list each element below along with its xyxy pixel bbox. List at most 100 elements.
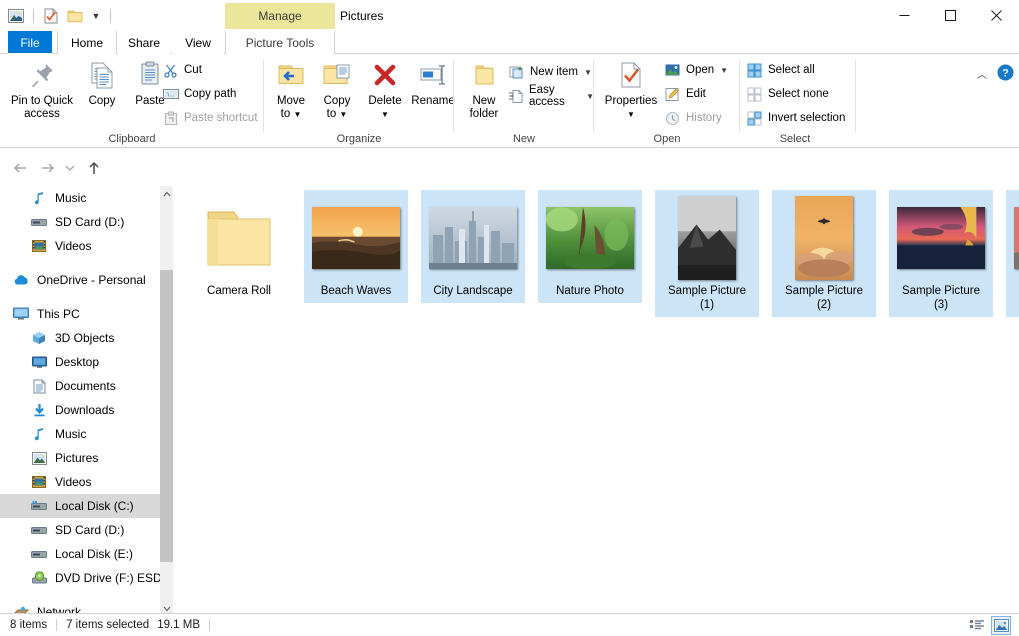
delete-icon xyxy=(370,58,400,92)
sidebar-item-videos[interactable]: Videos xyxy=(0,234,169,258)
details-view-button[interactable] xyxy=(967,616,987,635)
customize-quick-access-caret[interactable]: ▼ xyxy=(89,6,103,26)
navigation-pane[interactable]: Music SD Card (D:) Videos OneDrive - Person… xyxy=(0,186,169,617)
nav-scrollbar-thumb[interactable] xyxy=(160,270,173,562)
sidebar-item-local-disk-c[interactable]: Local Disk (C:) xyxy=(0,494,169,518)
history-button[interactable]: History xyxy=(662,108,722,128)
cut-button[interactable]: Cut xyxy=(160,60,202,80)
this-pc-icon xyxy=(12,305,30,323)
videos-icon xyxy=(30,237,48,255)
file-item[interactable]: Sample Picture (3) xyxy=(889,190,993,317)
collapse-ribbon-button[interactable]: ︿ xyxy=(973,64,991,82)
file-item-label: Sample Picture (1) xyxy=(668,285,746,311)
close-button[interactable] xyxy=(973,0,1019,30)
file-item[interactable]: Sample Picture(4) xyxy=(1006,190,1019,317)
new-item-caret[interactable]: ▼ xyxy=(584,68,592,77)
nav-scroll-up-button[interactable] xyxy=(160,186,173,202)
sidebar-item-videos[interactable]: Videos xyxy=(0,470,169,494)
status-separator-1 xyxy=(56,619,58,631)
easy-access-icon xyxy=(508,88,524,105)
edit-label: Edit xyxy=(686,88,706,100)
edit-button[interactable]: Edit xyxy=(662,84,706,104)
sidebar-item-music[interactable]: Music xyxy=(0,186,169,210)
sidebar-item-dvd-drive-f-esd-i[interactable]: DVD Drive (F:) ESD-I! xyxy=(0,566,169,590)
file-list-view[interactable]: Camera Roll Beach Waves City Landscape Natu… xyxy=(173,186,1019,617)
open-icon xyxy=(664,62,681,79)
sidebar-item-3d-objects[interactable]: 3D Objects xyxy=(0,326,169,350)
new-item-button[interactable]: New item ▼ xyxy=(506,62,592,82)
navigation-scrollbar[interactable] xyxy=(160,186,173,617)
sidebar-item-label: Desktop xyxy=(55,355,100,369)
sidebar-item-downloads[interactable]: Downloads xyxy=(0,398,169,422)
contextual-tab-header[interactable]: Manage xyxy=(225,3,335,29)
open-caret[interactable]: ▼ xyxy=(720,66,728,75)
select-all-button[interactable]: Select all xyxy=(744,60,815,80)
move-to-button[interactable]: Move to ▼ xyxy=(268,58,314,121)
sidebar-item-onedrive-personal[interactable]: OneDrive - Personal xyxy=(0,268,169,292)
invert-selection-button[interactable]: Invert selection xyxy=(744,108,845,128)
dvd-drive-icon xyxy=(30,569,48,587)
history-icon xyxy=(664,110,681,127)
properties-caret[interactable]: ▼ xyxy=(627,110,635,119)
delete-button[interactable]: Delete ▼ xyxy=(361,58,409,121)
sidebar-item-label: SD Card (D:) xyxy=(55,523,125,537)
properties-button[interactable]: Properties ▼ xyxy=(598,58,664,121)
pictures-library-icon[interactable] xyxy=(6,6,26,26)
tab-home[interactable]: Home xyxy=(58,31,116,54)
recent-locations-button[interactable] xyxy=(62,156,78,180)
file-item[interactable]: Beach Waves xyxy=(304,190,408,303)
status-text: 8 items 7 items selected 19.1 MB xyxy=(10,614,219,636)
copy-label: Copy xyxy=(88,95,116,107)
new-item-label: New item xyxy=(530,66,578,78)
sidebar-item-desktop[interactable]: Desktop xyxy=(0,350,169,374)
rename-label: Rename xyxy=(411,95,455,107)
select-none-button[interactable]: Select none xyxy=(744,84,829,104)
sidebar-item-label: Music xyxy=(55,427,87,441)
select-none-label: Select none xyxy=(768,88,829,100)
maximize-button[interactable] xyxy=(927,0,973,30)
forward-button[interactable] xyxy=(36,156,60,180)
minimize-button[interactable] xyxy=(881,0,927,30)
tab-view[interactable]: View xyxy=(172,31,224,54)
copy-button[interactable]: Copy xyxy=(78,58,126,108)
file-item[interactable]: Camera Roll xyxy=(187,190,291,303)
open-button[interactable]: Open ▼ xyxy=(662,60,728,80)
file-item[interactable]: City Landscape xyxy=(421,190,525,303)
ribbon-group-open: Properties ▼ Open ▼ Edit History Open xyxy=(594,54,740,147)
tab-file[interactable]: File xyxy=(8,31,52,54)
ribbon-group-organize: Move to ▼ Copy to ▼ Delete ▼ Rename Orga… xyxy=(264,54,457,147)
easy-access-button[interactable]: Easy access ▼ xyxy=(506,84,594,108)
new-folder-icon[interactable] xyxy=(65,6,85,26)
sidebar-item-documents[interactable]: Documents xyxy=(0,374,169,398)
file-item[interactable]: Sample Picture (1) xyxy=(655,190,759,317)
copy-to-button[interactable]: Copy to ▼ xyxy=(314,58,360,121)
file-item-label: Nature Photo xyxy=(556,285,624,297)
rename-button[interactable]: Rename xyxy=(409,58,457,108)
paste-shortcut-button[interactable]: Paste shortcut xyxy=(160,108,258,128)
sidebar-item-local-disk-e[interactable]: Local Disk (E:) xyxy=(0,542,169,566)
sidebar-item-music[interactable]: Music xyxy=(0,422,169,446)
back-button[interactable] xyxy=(8,156,32,180)
help-icon[interactable]: ? xyxy=(997,64,1015,82)
copy-to-caret[interactable]: ▼ xyxy=(339,110,347,119)
file-item[interactable]: Nature Photo xyxy=(538,190,642,303)
desktop-icon xyxy=(30,353,48,371)
copy-path-button[interactable]: \... Copy path xyxy=(160,84,236,104)
sidebar-item-sd-card-d[interactable]: SD Card (D:) xyxy=(0,210,169,234)
tab-picture-tools[interactable]: Picture Tools xyxy=(226,31,334,54)
pin-to-quick-access-button[interactable]: Pin to Quick access xyxy=(6,58,78,120)
delete-caret[interactable]: ▼ xyxy=(381,110,389,119)
tab-share[interactable]: Share xyxy=(118,31,170,54)
sidebar-item-sd-card-d[interactable]: SD Card (D:) xyxy=(0,518,169,542)
file-item[interactable]: Sample Picture (2) xyxy=(772,190,876,317)
new-folder-button[interactable]: New folder xyxy=(458,58,510,120)
move-to-caret[interactable]: ▼ xyxy=(293,110,301,119)
properties-icon[interactable] xyxy=(41,6,61,26)
sidebar-item-label: This PC xyxy=(37,307,80,321)
sidebar-item-this-pc[interactable]: This PC xyxy=(0,302,169,326)
image-thumbnail xyxy=(893,196,989,280)
up-button[interactable] xyxy=(82,156,106,180)
large-icons-view-button[interactable] xyxy=(991,616,1011,635)
file-item-label: Sample Picture(4) xyxy=(1008,284,1019,312)
sidebar-item-pictures[interactable]: Pictures xyxy=(0,446,169,470)
